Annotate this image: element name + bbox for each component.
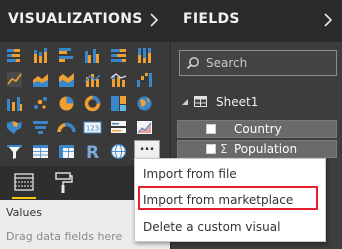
drop-zone-hint[interactable]: Drag data fields here <box>6 230 122 243</box>
custom-visual-context-menu: Import from file Import from marketplace… <box>134 158 326 242</box>
waterfall-chart-icon[interactable] <box>135 70 154 89</box>
card-icon[interactable]: 123 <box>83 118 102 137</box>
donut-chart-icon[interactable] <box>83 94 102 113</box>
gauge-icon[interactable] <box>57 118 76 137</box>
area-chart-icon[interactable] <box>31 70 50 89</box>
menu-item-delete-custom-visual[interactable]: Delete a custom visual <box>135 215 325 239</box>
ribbon-chart-icon[interactable] <box>5 94 24 113</box>
svg-text:123: 123 <box>86 125 99 133</box>
table-icon[interactable] <box>31 142 50 161</box>
scatter-chart-icon[interactable] <box>31 94 50 113</box>
table-name: Sheet1 <box>216 95 259 109</box>
filled-map-icon[interactable] <box>5 118 24 137</box>
collapse-visualizations-chevron-icon[interactable] <box>147 10 161 30</box>
matrix-icon[interactable] <box>57 142 76 161</box>
search-input[interactable] <box>206 54 334 72</box>
stacked-area-chart-icon[interactable] <box>57 70 76 89</box>
fields-title: FIELDS <box>183 11 240 27</box>
stacked-bar-chart-icon[interactable] <box>5 46 24 65</box>
multi-row-card-icon[interactable] <box>109 118 128 137</box>
field-row-country[interactable]: Country <box>177 120 337 138</box>
highlight-annotation-box <box>138 186 318 210</box>
format-paint-roller-icon <box>55 172 73 193</box>
r-script-visual-icon[interactable]: R <box>83 142 102 161</box>
search-icon <box>186 57 199 70</box>
collapse-fields-chevron-icon[interactable] <box>321 10 335 30</box>
visualizations-header: VISUALIZATIONS <box>0 0 170 42</box>
100-stacked-column-chart-icon[interactable] <box>135 46 154 65</box>
fields-search-box[interactable] <box>179 50 337 76</box>
field-checkbox[interactable] <box>206 124 216 134</box>
funnel-icon[interactable] <box>31 118 50 137</box>
globe-icon[interactable] <box>109 142 128 161</box>
format-tab[interactable] <box>50 170 78 196</box>
sigma-icon: Σ <box>220 142 228 156</box>
visualizations-title: VISUALIZATIONS <box>8 11 143 27</box>
clustered-bar-chart-icon[interactable] <box>57 46 76 65</box>
field-label: Country <box>234 122 282 136</box>
table-sheet1[interactable]: Sheet1 <box>171 92 342 112</box>
fields-header: FIELDS <box>171 0 342 42</box>
expand-triangle-icon[interactable] <box>181 98 189 106</box>
line-chart-icon[interactable] <box>5 70 24 89</box>
treemap-icon[interactable] <box>109 94 128 113</box>
field-label: Population <box>234 142 298 156</box>
kpi-icon[interactable] <box>135 118 154 137</box>
menu-item-import-from-file[interactable]: Import from file <box>135 162 325 186</box>
field-row-population[interactable]: Σ Population <box>177 140 337 158</box>
map-icon[interactable] <box>135 94 154 113</box>
line-stacked-column-chart-icon[interactable] <box>109 70 128 89</box>
pie-chart-icon[interactable] <box>57 94 76 113</box>
svg-text:R: R <box>86 143 99 161</box>
stacked-column-chart-icon[interactable] <box>31 46 50 65</box>
clustered-column-chart-icon[interactable] <box>83 46 102 65</box>
table-grid-icon <box>194 96 207 107</box>
slicer-icon[interactable] <box>5 142 24 161</box>
values-label: Values <box>6 206 42 219</box>
line-clustered-column-chart-icon[interactable] <box>83 70 102 89</box>
fields-tab[interactable] <box>10 170 38 199</box>
100-stacked-bar-chart-icon[interactable] <box>109 46 128 65</box>
fields-tab-icon <box>14 173 34 191</box>
field-checkbox[interactable] <box>206 144 216 154</box>
